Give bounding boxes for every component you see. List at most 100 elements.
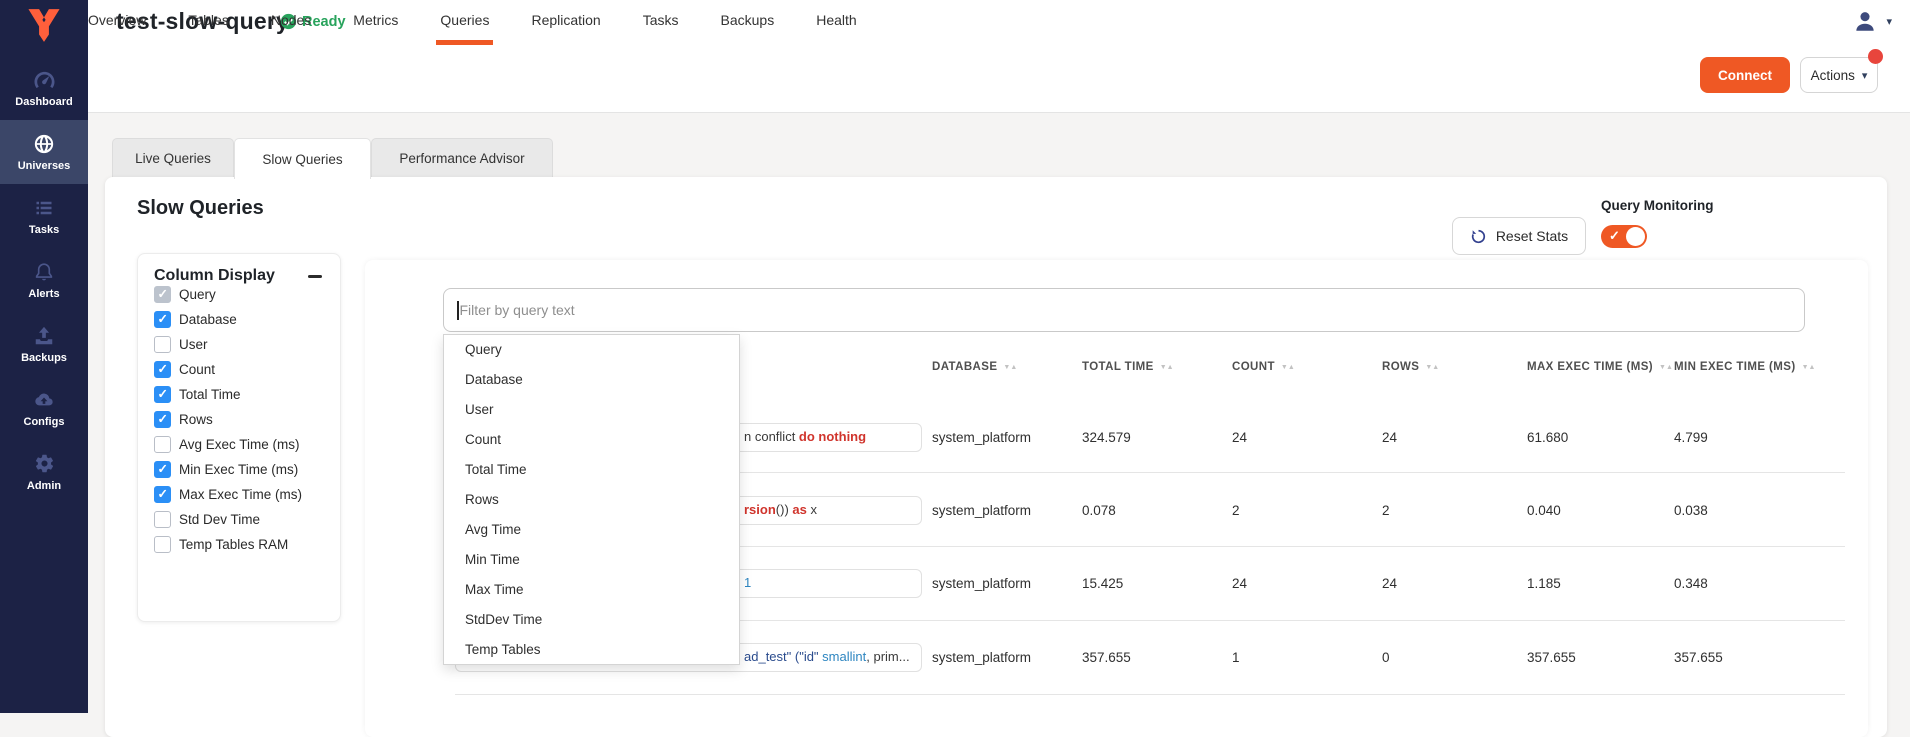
cloud-upload-icon bbox=[32, 389, 56, 411]
column-option-rows[interactable]: Rows bbox=[154, 410, 213, 428]
dropdown-item-total-time[interactable]: Total Time bbox=[444, 455, 739, 485]
column-option-query[interactable]: Query bbox=[154, 285, 216, 303]
yugabyte-logo[interactable] bbox=[0, 0, 88, 56]
checkbox-label: Count bbox=[179, 362, 215, 377]
subtab-live-queries[interactable]: Live Queries bbox=[112, 138, 234, 177]
cell-max-exec-time: 1.185 bbox=[1527, 576, 1561, 591]
checkbox-label: Min Exec Time (ms) bbox=[179, 462, 298, 477]
checkbox-checked bbox=[154, 386, 171, 403]
checkbox-checked bbox=[154, 361, 171, 378]
tab-backups[interactable]: Backups bbox=[721, 0, 775, 40]
column-option-max-exec-time[interactable]: Max Exec Time (ms) bbox=[154, 485, 302, 503]
column-option-min-exec-time[interactable]: Min Exec Time (ms) bbox=[154, 460, 298, 478]
upload-tray-icon bbox=[33, 325, 55, 347]
sql-identifier: ad_test" ("id" bbox=[744, 649, 822, 664]
sort-icon[interactable]: ▼▲ bbox=[1003, 364, 1017, 371]
query-text: n conflict do nothing bbox=[744, 429, 866, 444]
tab-tasks[interactable]: Tasks bbox=[643, 0, 679, 40]
checkbox-label: Rows bbox=[179, 412, 213, 427]
column-option-total-time[interactable]: Total Time bbox=[154, 385, 241, 403]
sidebar-item-tasks[interactable]: Tasks bbox=[0, 184, 88, 248]
sort-icon[interactable]: ▼▲ bbox=[1425, 364, 1439, 371]
column-display-panel: Column Display Query Database User Count… bbox=[137, 253, 341, 622]
dropdown-item-temp-tables[interactable]: Temp Tables bbox=[444, 634, 739, 664]
tab-metrics[interactable]: Metrics bbox=[353, 0, 398, 40]
sidebar-item-alerts[interactable]: Alerts bbox=[0, 248, 88, 312]
sql-fragment: x bbox=[807, 502, 817, 517]
header-rows[interactable]: ROWS▼▲ bbox=[1382, 361, 1439, 373]
tab-label: Health bbox=[816, 12, 856, 28]
cell-max-exec-time: 61.680 bbox=[1527, 430, 1568, 445]
dropdown-item-avg-time[interactable]: Avg Time bbox=[444, 514, 739, 544]
toggle-knob bbox=[1626, 227, 1645, 246]
header-min-exec-time[interactable]: MIN EXEC TIME (MS) ▼▲ bbox=[1674, 361, 1815, 373]
sql-keyword: do nothing bbox=[799, 429, 866, 444]
sidebar-item-dashboard[interactable]: Dashboard bbox=[0, 56, 88, 120]
cell-max-exec-time: 0.040 bbox=[1527, 503, 1561, 518]
tab-tables[interactable]: Tables bbox=[188, 0, 228, 40]
dropdown-item-label: Avg Time bbox=[465, 522, 521, 537]
dropdown-item-query[interactable]: Query bbox=[444, 335, 739, 365]
collapse-icon[interactable] bbox=[308, 275, 322, 278]
chevron-down-icon: ▾ bbox=[1862, 69, 1868, 82]
sql-keyword: rsion bbox=[744, 502, 776, 517]
dropdown-item-max-time[interactable]: Max Time bbox=[444, 574, 739, 604]
filter-placeholder: Filter by query text bbox=[460, 302, 575, 318]
tab-nodes[interactable]: Nodes bbox=[271, 0, 311, 40]
checkbox-label: Temp Tables RAM bbox=[179, 537, 288, 552]
header-count[interactable]: COUNT▼▲ bbox=[1232, 361, 1295, 373]
query-monitoring-label: Query Monitoring bbox=[1601, 198, 1714, 213]
tab-overview[interactable]: Overview bbox=[88, 0, 146, 40]
sidebar-item-label: Tasks bbox=[29, 224, 59, 236]
dropdown-item-database[interactable]: Database bbox=[444, 365, 739, 395]
column-option-database[interactable]: Database bbox=[154, 310, 237, 328]
sql-keyword: as bbox=[792, 502, 806, 517]
slow-queries-panel: Slow Queries Reset Stats Query Monitorin… bbox=[105, 177, 1887, 737]
sort-icon[interactable]: ▼▲ bbox=[1659, 364, 1673, 371]
header-label: MIN EXEC TIME (MS) bbox=[1674, 361, 1796, 373]
cell-count: 1 bbox=[1232, 650, 1240, 665]
column-option-std-dev-time[interactable]: Std Dev Time bbox=[154, 510, 260, 528]
sidebar-item-label: Configs bbox=[24, 416, 65, 428]
column-option-temp-tables-ram[interactable]: Temp Tables RAM bbox=[154, 535, 288, 553]
subtab-slow-queries[interactable]: Slow Queries bbox=[234, 138, 371, 179]
column-option-user[interactable]: User bbox=[154, 335, 208, 353]
checkbox-checked bbox=[154, 461, 171, 478]
dropdown-item-label: Temp Tables bbox=[465, 642, 541, 657]
cell-rows: 24 bbox=[1382, 430, 1397, 445]
sort-icon[interactable]: ▼▲ bbox=[1281, 364, 1295, 371]
checkbox-label: Total Time bbox=[179, 387, 241, 402]
subtab-label: Performance Advisor bbox=[399, 151, 524, 166]
header-database[interactable]: DATABASE▼▲ bbox=[932, 361, 1017, 373]
dropdown-item-user[interactable]: User bbox=[444, 395, 739, 425]
column-option-count[interactable]: Count bbox=[154, 360, 215, 378]
top-header: test-slow-query Ready ▾ Overview Tables … bbox=[88, 0, 1910, 113]
dropdown-item-count[interactable]: Count bbox=[444, 425, 739, 455]
sidebar-item-universes[interactable]: Universes bbox=[0, 120, 88, 184]
header-total-time[interactable]: TOTAL TIME▼▲ bbox=[1082, 361, 1174, 373]
reset-stats-button[interactable]: Reset Stats bbox=[1452, 217, 1586, 255]
sort-icon[interactable]: ▼▲ bbox=[1802, 364, 1816, 371]
column-option-avg-exec-time[interactable]: Avg Exec Time (ms) bbox=[154, 435, 300, 453]
tab-queries[interactable]: Queries bbox=[440, 0, 489, 40]
header-max-exec-time[interactable]: MAX EXEC TIME (MS)▼▲ bbox=[1527, 361, 1673, 373]
query-filter-input[interactable]: Filter by query text bbox=[443, 288, 1805, 332]
query-monitoring-toggle[interactable]: ✓ bbox=[1601, 225, 1647, 248]
sort-icon[interactable]: ▼▲ bbox=[1160, 364, 1174, 371]
user-menu[interactable]: ▾ bbox=[1852, 8, 1892, 34]
sidebar-item-admin[interactable]: Admin bbox=[0, 440, 88, 504]
tab-replication[interactable]: Replication bbox=[531, 0, 600, 40]
dropdown-item-stddev-time[interactable]: StdDev Time bbox=[444, 604, 739, 634]
cell-count: 2 bbox=[1232, 503, 1240, 518]
dropdown-item-min-time[interactable]: Min Time bbox=[444, 544, 739, 574]
tab-health[interactable]: Health bbox=[816, 0, 856, 40]
tab-label: Backups bbox=[721, 12, 775, 28]
dropdown-item-rows[interactable]: Rows bbox=[444, 485, 739, 515]
connect-button[interactable]: Connect bbox=[1700, 57, 1790, 93]
subtab-performance-advisor[interactable]: Performance Advisor bbox=[371, 138, 553, 177]
checkbox-checked-disabled bbox=[154, 286, 171, 303]
sidebar-item-configs[interactable]: Configs bbox=[0, 376, 88, 440]
sidebar-item-backups[interactable]: Backups bbox=[0, 312, 88, 376]
actions-button[interactable]: Actions ▾ bbox=[1800, 57, 1878, 93]
row-divider bbox=[455, 694, 1845, 695]
